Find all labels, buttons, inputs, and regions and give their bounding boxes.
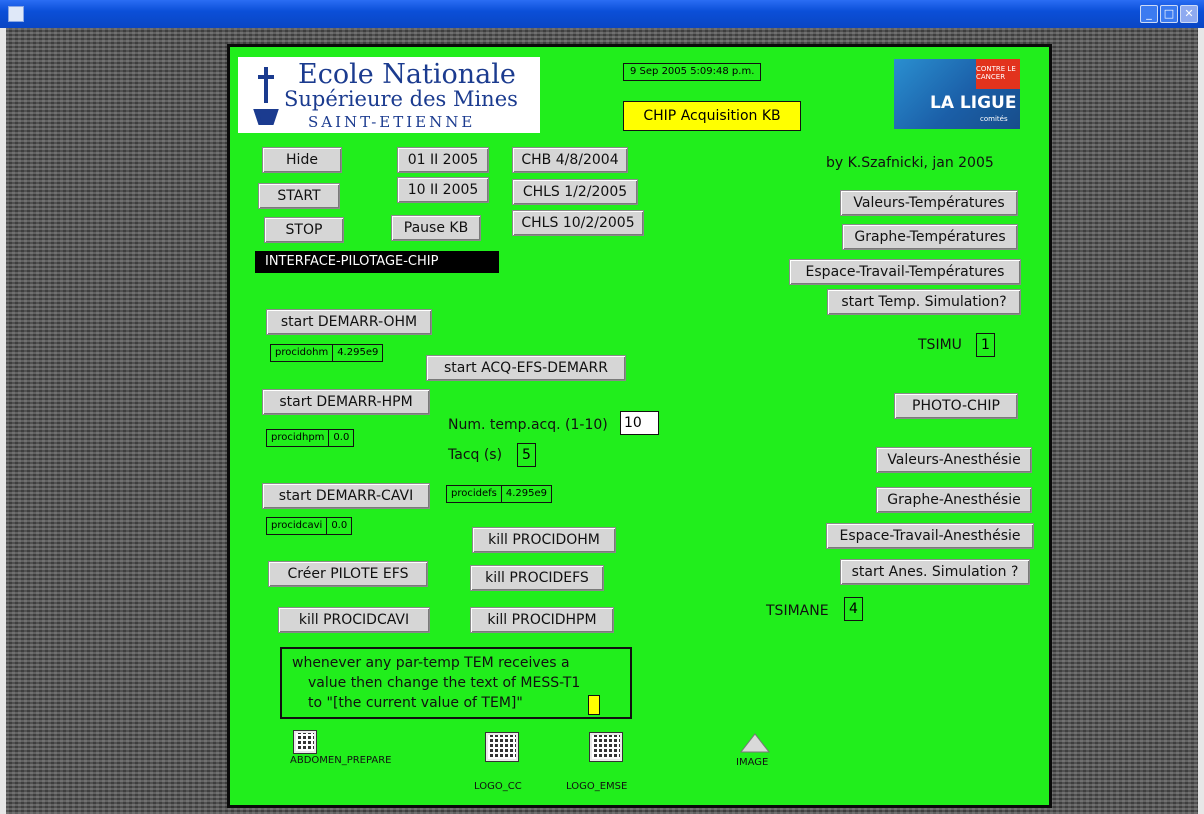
hide-button[interactable]: Hide: [262, 147, 342, 173]
chls2-button[interactable]: CHLS 10/2/2005: [512, 210, 644, 236]
procidefs-display: procidefs 4.295e9: [446, 485, 553, 503]
procidcavi-label: procidcavi: [267, 518, 328, 534]
date-button-01-ii[interactable]: 01 II 2005: [397, 147, 489, 173]
procidhpm-value: 0.0: [333, 432, 350, 443]
date-button-10-ii[interactable]: 10 II 2005: [397, 177, 489, 203]
procidohm-value: 4.295e9: [337, 347, 379, 358]
main-card: Ecole Nationale Supérieure des Mines SAI…: [227, 44, 1052, 808]
procidhpm-label: procidhpm: [267, 430, 330, 446]
kill-procidcavi-button[interactable]: kill PROCIDCAVI: [278, 607, 430, 633]
abdomen-prepare-icon[interactable]: [294, 731, 316, 753]
kill-procidhpm-button[interactable]: kill PROCIDHPM: [470, 607, 614, 633]
logo-emse-icon[interactable]: [590, 733, 622, 761]
logo-emse-label: LOGO_EMSE: [566, 781, 628, 792]
window-menu-icon[interactable]: [8, 6, 24, 22]
graphe-anesthesie-button[interactable]: Graphe-Anesthésie: [876, 487, 1032, 513]
start-demarr-cavi-button[interactable]: start DEMARR-CAVI: [262, 483, 430, 509]
ligue-small-text: CONTRE LE CANCER: [976, 65, 1016, 81]
datetime-display: 9 Sep 2005 5:09:48 p.m.: [623, 63, 762, 81]
espace-travail-anesthesie-button[interactable]: Espace-Travail-Anesthésie: [826, 523, 1034, 549]
start-demarr-hpm-button[interactable]: start DEMARR-HPM: [262, 389, 430, 415]
tsimane-label: TSIMANE: [766, 603, 829, 619]
ligue-sub-text: comités: [980, 115, 1008, 123]
script-line1: whenever any par-temp TEM receives a: [292, 655, 570, 671]
logo-cc-icon[interactable]: [486, 733, 518, 761]
tsimu-value: 1: [976, 333, 995, 357]
ligue-big-text: LA LIGUE: [930, 93, 1017, 113]
pause-button[interactable]: Pause KB: [391, 215, 481, 241]
school-name-line3: SAINT-ETIENNE: [308, 113, 476, 131]
graphe-temperatures-button[interactable]: Graphe-Températures: [842, 224, 1018, 250]
photo-chip-button[interactable]: PHOTO-CHIP: [894, 393, 1018, 419]
lamp-icon: [252, 63, 280, 127]
close-button[interactable]: ✕: [1180, 5, 1198, 23]
author-label: by K.Szafnicki, jan 2005: [826, 155, 994, 171]
start-temp-simulation-button[interactable]: start Temp. Simulation?: [827, 289, 1021, 315]
procidefs-label: procidefs: [447, 486, 502, 502]
procidefs-value: 4.295e9: [505, 488, 548, 499]
school-name-line1: Ecole Nationale: [298, 59, 516, 90]
mess-t1-indicator: [588, 695, 600, 715]
image-label: IMAGE: [736, 757, 769, 768]
start-acq-efs-demarr-button[interactable]: start ACQ-EFS-DEMARR: [426, 355, 626, 381]
start-demarr-ohm-button[interactable]: start DEMARR-OHM: [266, 309, 432, 335]
ligue-logo: CONTRE LE CANCER LA LIGUE comités: [894, 59, 1020, 129]
interface-title: INTERFACE-PILOTAGE-CHIP: [255, 251, 499, 273]
tacq-value: 5: [517, 443, 536, 467]
num-temp-acq-label: Num. temp.acq. (1-10): [448, 417, 608, 433]
logo-cc-label: LOGO_CC: [474, 781, 522, 792]
valeurs-anesthesie-button[interactable]: Valeurs-Anesthésie: [876, 447, 1032, 473]
kill-procidohm-button[interactable]: kill PROCIDOHM: [472, 527, 616, 553]
image-icon[interactable]: [739, 733, 771, 753]
valeurs-temperatures-button[interactable]: Valeurs-Températures: [840, 190, 1018, 216]
kill-procidefs-button[interactable]: kill PROCIDEFS: [470, 565, 604, 591]
script-text-box: whenever any par-temp TEM receives a val…: [280, 647, 632, 719]
creer-pilote-efs-button[interactable]: Créer PILOTE EFS: [268, 561, 428, 587]
chb-button[interactable]: CHB 4/8/2004: [512, 147, 628, 173]
emse-logo: Ecole Nationale Supérieure des Mines SAI…: [238, 57, 540, 133]
stop-button[interactable]: STOP: [264, 217, 344, 243]
tsimane-value: 4: [844, 597, 863, 621]
espace-travail-temperatures-button[interactable]: Espace-Travail-Températures: [789, 259, 1021, 285]
school-name-line2: Supérieure des Mines: [284, 87, 518, 111]
procidcavi-value: 0.0: [331, 520, 348, 531]
start-anes-simulation-button[interactable]: start Anes. Simulation ?: [840, 559, 1030, 585]
script-line2: value then change the text of MESS-T1: [308, 675, 581, 691]
procidhpm-display: procidhpm 0.0: [266, 429, 355, 447]
procidohm-label: procidohm: [271, 345, 334, 361]
abdomen-prepare-label: ABDOMEN_PREPARE: [290, 755, 392, 766]
app-title-box: CHIP Acquisition KB: [623, 101, 801, 131]
script-line3: to "[the current value of TEM]": [308, 695, 523, 711]
procidohm-display: procidohm 4.295e9: [270, 344, 384, 362]
tacq-label: Tacq (s): [448, 447, 503, 463]
title-bar: _ □ ✕: [0, 0, 1204, 28]
tsimu-label: TSIMU: [918, 337, 962, 353]
minimize-button[interactable]: _: [1140, 5, 1158, 23]
maximize-button[interactable]: □: [1160, 5, 1178, 23]
start-button[interactable]: START: [258, 183, 340, 209]
num-temp-acq-input[interactable]: 10: [620, 411, 659, 435]
procidcavi-display: procidcavi 0.0: [266, 517, 353, 535]
chls1-button[interactable]: CHLS 1/2/2005: [512, 179, 638, 205]
